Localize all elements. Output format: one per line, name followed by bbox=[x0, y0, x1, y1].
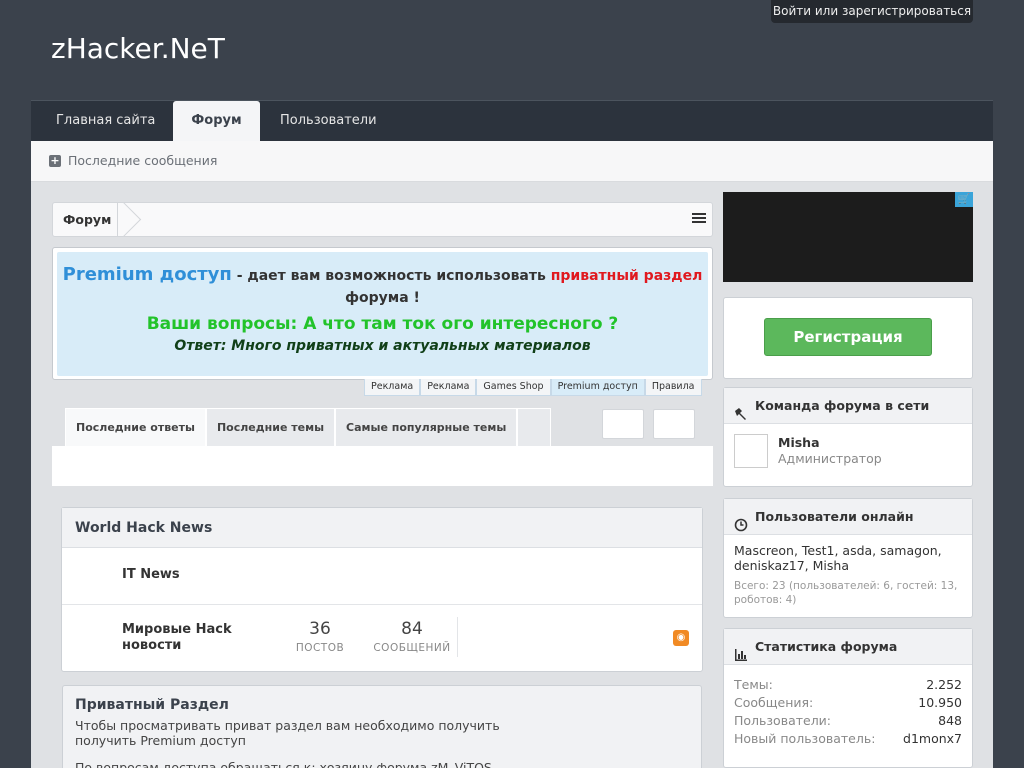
forum-row: Мировые Hack новости 36 ПОСТОВ 84 СООБЩЕ… bbox=[62, 605, 702, 671]
hammer-icon bbox=[734, 399, 748, 420]
stats-key: Сообщения: bbox=[734, 695, 814, 710]
stats-value: 2.252 bbox=[926, 677, 962, 692]
stats-key: Темы: bbox=[734, 677, 773, 692]
stats-value: 10.950 bbox=[918, 695, 962, 710]
staff-online-box: Команда форума в сети Misha Администрато… bbox=[723, 387, 973, 487]
ad-tabs: Реклама Реклама Games Shop Premium досту… bbox=[364, 379, 702, 397]
breadcrumb: Форум bbox=[52, 202, 713, 237]
users-online-title: Пользователи онлайн bbox=[755, 508, 914, 524]
posts-stat: 36 ПОСТОВ bbox=[290, 619, 350, 655]
rss-icon[interactable]: ◉ bbox=[673, 630, 689, 646]
ad-tab-rules[interactable]: Правила bbox=[644, 379, 702, 396]
online-users-list[interactable]: Mascreon, Test1, asda, samagon, deniskaz… bbox=[734, 543, 964, 573]
member-name[interactable]: Misha bbox=[778, 435, 820, 450]
ad-banner[interactable]: 🛒 bbox=[723, 192, 973, 282]
category-world-hack-news: World Hack News IT News Мировые Hack нов… bbox=[61, 507, 703, 672]
tab-popular-threads[interactable]: Самые популярные темы bbox=[335, 408, 518, 446]
ad-tab-games-shop[interactable]: Games Shop bbox=[476, 379, 551, 396]
ad-tab-reklama-1[interactable]: Реклама bbox=[364, 379, 421, 396]
promo-answer: Ответ: Много приватных и актуальных мате… bbox=[174, 338, 591, 354]
forum-stats-header: Статистика форума bbox=[724, 629, 972, 665]
plus-icon: + bbox=[49, 153, 61, 167]
recent-posts-label: Последние сообщения bbox=[68, 153, 218, 168]
divider bbox=[457, 617, 458, 657]
main-content: Форум Premium доступ - дает вам возможно… bbox=[31, 182, 993, 768]
stats-key: Новый пользователь: bbox=[734, 731, 876, 746]
stats-row: Пользователи: 848 bbox=[734, 713, 962, 728]
messages-stat: 84 СООБЩЕНИЙ bbox=[370, 619, 454, 655]
tab-empty[interactable] bbox=[517, 408, 552, 446]
site-logo[interactable]: zHacker.NeT bbox=[51, 32, 225, 65]
private-desc: Чтобы просматривать приват раздел вам не… bbox=[75, 718, 500, 748]
promo-text-2: форума ! bbox=[345, 290, 420, 306]
member-role: Администратор bbox=[778, 451, 882, 466]
promo-premium: Premium доступ bbox=[62, 264, 232, 285]
premium-promo: Premium доступ - дает вам возможность ис… bbox=[52, 247, 713, 380]
tab-recent-threads[interactable]: Последние темы bbox=[205, 408, 336, 446]
forum-title[interactable]: Мировые Hack новости bbox=[122, 622, 252, 654]
category-title[interactable]: World Hack News bbox=[62, 508, 702, 548]
users-online-box: Пользователи онлайн Mascreon, Test1, asd… bbox=[723, 498, 973, 618]
site-header: zHacker.NeT Войти или зарегистрироваться bbox=[0, 0, 1024, 100]
tab-users[interactable]: Пользователи bbox=[280, 101, 377, 142]
prev-button[interactable] bbox=[602, 409, 644, 439]
stats-value[interactable]: d1monx7 bbox=[903, 731, 962, 746]
private-desc-2: По вопросам доступа обращаться к: хозяин… bbox=[75, 760, 492, 768]
forum-stats-box: Статистика форума Темы: 2.252 Сообщения:… bbox=[723, 628, 973, 768]
recent-posts-link[interactable]: + Последние сообщения bbox=[49, 153, 217, 168]
forum-stats-title: Статистика форума bbox=[755, 638, 898, 654]
list-icon[interactable] bbox=[692, 213, 706, 225]
breadcrumb-separator bbox=[117, 203, 129, 236]
stats-row: Темы: 2.252 bbox=[734, 677, 962, 692]
stats-key: Пользователи: bbox=[734, 713, 832, 728]
tab-recent-replies[interactable]: Последние ответы bbox=[65, 408, 206, 446]
forum-title[interactable]: IT News bbox=[122, 567, 180, 583]
private-title[interactable]: Приватный Раздел bbox=[75, 696, 689, 714]
tab-forum[interactable]: Форум bbox=[173, 101, 260, 142]
login-register-button[interactable]: Войти или зарегистрироваться bbox=[771, 0, 973, 23]
recent-panel bbox=[52, 446, 713, 486]
private-section: Приватный Раздел Чтобы просматривать при… bbox=[62, 685, 702, 768]
online-count: Всего: 23 (пользователей: 6, гостей: 13,… bbox=[734, 580, 958, 606]
messages-label: СООБЩЕНИЙ bbox=[373, 642, 451, 654]
ad-tab-premium[interactable]: Premium доступ bbox=[550, 379, 645, 396]
register-box: Регистрация bbox=[723, 297, 973, 379]
staff-online-title: Команда форума в сети bbox=[755, 397, 930, 413]
cart-icon[interactable]: 🛒 bbox=[955, 192, 973, 207]
forum-row: IT News bbox=[62, 549, 702, 605]
posts-label: ПОСТОВ bbox=[295, 642, 345, 654]
sub-nav: + Последние сообщения bbox=[31, 141, 993, 182]
promo-text-1: - дает вам возможность использовать bbox=[231, 268, 551, 284]
promo-line-1: Premium доступ - дает вам возможность ис… bbox=[57, 264, 708, 309]
clock-icon bbox=[734, 510, 748, 531]
stats-row: Новый пользователь: d1monx7 bbox=[734, 731, 962, 746]
posts-count: 36 bbox=[309, 619, 331, 639]
avatar[interactable] bbox=[734, 434, 768, 468]
stats-value: 848 bbox=[938, 713, 962, 728]
messages-count: 84 bbox=[401, 619, 423, 639]
next-button[interactable] bbox=[653, 409, 695, 439]
users-online-header: Пользователи онлайн bbox=[724, 499, 972, 535]
stats-row: Сообщения: 10.950 bbox=[734, 695, 962, 710]
main-nav: Главная сайта Форум Пользователи bbox=[31, 100, 993, 142]
register-button[interactable]: Регистрация bbox=[764, 318, 932, 356]
breadcrumb-forum[interactable]: Форум bbox=[63, 212, 111, 227]
tab-home[interactable]: Главная сайта bbox=[56, 101, 155, 142]
staff-online-header: Команда форума в сети bbox=[724, 388, 972, 424]
promo-private: приватный раздел bbox=[550, 268, 703, 284]
bar-chart-icon bbox=[734, 640, 748, 661]
ad-tab-reklama-2[interactable]: Реклама bbox=[420, 379, 477, 396]
recent-tabs: Последние ответы Последние темы Самые по… bbox=[65, 408, 552, 446]
promo-question: Ваши вопросы: А что там ток ого интересн… bbox=[146, 314, 619, 334]
